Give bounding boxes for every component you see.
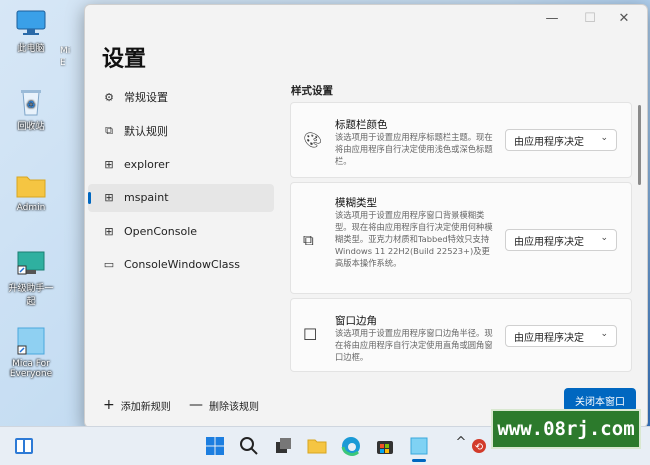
add-rule-button[interactable]: + 添加新规则 bbox=[103, 397, 171, 413]
desktop-icon-label: Mica For Everyone bbox=[9, 359, 53, 379]
maximize-button[interactable]: ☐ bbox=[575, 11, 605, 26]
select-value: 由应用程序决定 bbox=[514, 332, 584, 344]
network-icon[interactable]: ⟲ bbox=[468, 435, 490, 457]
desktop-icon-mica[interactable]: Mica For Everyone bbox=[5, 326, 57, 379]
sidebar-nav: ⚙ 常规设置 ⧉ 默认规则 ⊞ explorer ⊞ mspaint ⊞ Ope… bbox=[88, 83, 274, 284]
active-indicator bbox=[412, 459, 426, 462]
minimize-button[interactable]: — bbox=[537, 11, 567, 26]
edge-icon[interactable] bbox=[340, 435, 362, 457]
setting-card-blur-type: ⧉ 模糊类型 该选项用于设置应用程序窗口背景模糊类型。现在将由应用程序自行决定使… bbox=[290, 182, 632, 294]
start-icon[interactable] bbox=[204, 435, 226, 457]
sidebar-item-label: 常规设置 bbox=[124, 91, 168, 104]
card-description: 该选项用于设置应用程序标题栏主题。现在将由应用程序自行决定使用浅色或深色标题栏。 bbox=[335, 132, 493, 166]
desktop-icon-admin[interactable]: Admin bbox=[5, 170, 57, 213]
sidebar-item-mspaint[interactable]: ⊞ mspaint bbox=[88, 183, 274, 212]
desktop-partial-label: Mi bbox=[60, 46, 71, 56]
explorer-icon[interactable] bbox=[306, 435, 328, 457]
delete-rule-button[interactable]: — 删除该规则 bbox=[189, 397, 259, 413]
sidebar-item-openconsole[interactable]: ⊞ OpenConsole bbox=[88, 217, 274, 245]
corner-icon: ☐ bbox=[303, 325, 318, 344]
window-icon: ⊞ bbox=[104, 157, 114, 171]
svg-text:♻: ♻ bbox=[27, 100, 36, 111]
blur-icon: ⧉ bbox=[303, 231, 314, 249]
setting-card-titlebar-color: 🎨︎ 标题栏颜色 该选项用于设置应用程序标题栏主题。现在将由应用程序自行决定使用… bbox=[290, 102, 632, 178]
task-view-icon[interactable] bbox=[272, 435, 294, 457]
button-label: 删除该规则 bbox=[209, 401, 259, 413]
blur-type-select[interactable]: 由应用程序决定 ⌄ bbox=[505, 229, 617, 251]
watermark: www.08rj.com bbox=[491, 409, 641, 449]
desktop-icon-this-pc[interactable]: 此电脑 bbox=[5, 8, 57, 54]
sidebar-item-default-rule[interactable]: ⧉ 默认规则 bbox=[88, 117, 274, 145]
store-icon[interactable] bbox=[374, 435, 396, 457]
card-description: 该选项用于设置应用程序窗口背景模糊类型。现在将由应用程序自行决定使用何种模糊类型… bbox=[335, 210, 493, 268]
minus-icon: — bbox=[189, 397, 203, 413]
setting-card-window-corner: ☐ 窗口边角 该选项用于设置应用程序窗口边角半径。现在将由应用程序自行决定使用直… bbox=[290, 298, 632, 372]
desktop-icon-shortcut[interactable]: 升级助手一起 bbox=[5, 248, 57, 307]
sidebar-item-consolewindowclass[interactable]: ▭ ConsoleWindowClass bbox=[88, 251, 274, 279]
plus-icon: + bbox=[103, 397, 115, 413]
computer-icon bbox=[14, 8, 48, 38]
desktop-icon-label: 升级助手一起 bbox=[8, 284, 54, 307]
app-icon bbox=[14, 326, 48, 356]
sidebar-item-label: ConsoleWindowClass bbox=[124, 258, 240, 271]
select-value: 由应用程序决定 bbox=[514, 136, 584, 148]
card-title: 窗口边角 bbox=[335, 315, 377, 327]
mica-app-icon[interactable] bbox=[408, 435, 430, 462]
titlebar-color-select[interactable]: 由应用程序决定 ⌄ bbox=[505, 129, 617, 151]
window-corner-select[interactable]: 由应用程序决定 ⌄ bbox=[505, 325, 617, 347]
card-description: 该选项用于设置应用程序窗口边角半径。现在将由应用程序自行决定使用直角或圆角窗口边… bbox=[335, 328, 493, 362]
palette-icon: 🎨︎ bbox=[303, 131, 323, 149]
chevron-down-icon: ⌄ bbox=[600, 233, 608, 243]
sidebar-item-label: explorer bbox=[124, 157, 170, 171]
card-title: 标题栏颜色 bbox=[335, 119, 388, 131]
gear-icon: ⚙ bbox=[104, 90, 114, 104]
button-label: 添加新规则 bbox=[120, 401, 171, 413]
sidebar-item-label: 默认规则 bbox=[124, 124, 168, 138]
recycle-bin-icon: ♻ bbox=[14, 86, 48, 116]
settings-window: — ☐ ✕ 设置 ⚙ 常规设置 ⧉ 默认规则 ⊞ explorer ⊞ mspa… bbox=[84, 4, 648, 428]
close-button[interactable]: ✕ bbox=[609, 11, 639, 26]
chevron-down-icon: ⌄ bbox=[600, 133, 608, 143]
desktop-icon-label: 此电脑 bbox=[17, 44, 45, 54]
folder-icon bbox=[14, 170, 48, 200]
chevron-down-icon: ⌄ bbox=[600, 329, 608, 339]
select-value: 由应用程序决定 bbox=[514, 236, 584, 248]
sidebar-item-explorer[interactable]: ⊞ explorer bbox=[88, 150, 274, 178]
page-title: 设置 bbox=[102, 47, 147, 72]
window-icon: ⊞ bbox=[104, 191, 114, 204]
widgets-icon[interactable] bbox=[13, 435, 35, 457]
svg-text:⟲: ⟲ bbox=[475, 442, 484, 453]
window-icon: ⊞ bbox=[104, 224, 114, 238]
shortcut-icon bbox=[14, 248, 48, 278]
rule-icon: ⧉ bbox=[105, 123, 113, 137]
desktop-icon-label: Admin bbox=[16, 203, 46, 213]
card-title: 模糊类型 bbox=[335, 197, 377, 209]
sidebar-item-label: mspaint bbox=[124, 191, 169, 204]
desktop-icon-recycle-bin[interactable]: ♻ 回收站 bbox=[5, 86, 57, 132]
section-title: 样式设置 bbox=[291, 85, 333, 97]
sidebar-item-label: OpenConsole bbox=[124, 224, 198, 238]
desktop-icon-label: 回收站 bbox=[17, 122, 45, 132]
sidebar-item-general[interactable]: ⚙ 常规设置 bbox=[88, 83, 274, 111]
scrollbar[interactable] bbox=[638, 105, 641, 185]
desktop-partial-label: E bbox=[60, 58, 66, 68]
search-icon[interactable] bbox=[238, 435, 260, 457]
window-icon: ▭ bbox=[103, 258, 115, 271]
